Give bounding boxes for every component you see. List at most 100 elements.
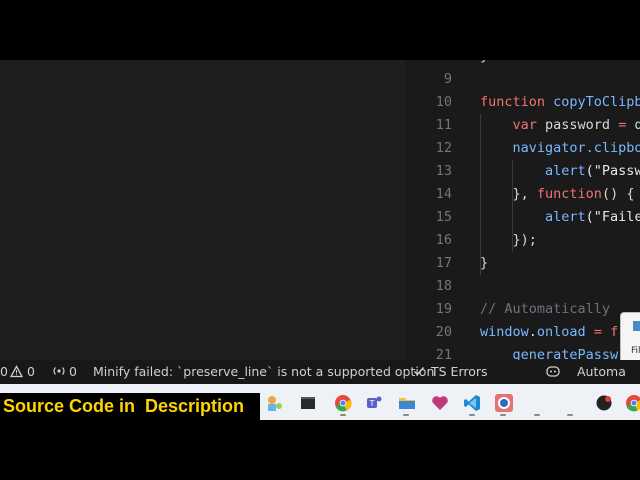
line-number: 20 [435,324,452,340]
teams-icon[interactable]: T [364,393,384,413]
code-token: onload [536,324,586,340]
svg-text:T: T [369,399,375,408]
status-message[interactable]: Minify failed: `preserve_line` is not a … [93,360,434,384]
code-token: d [634,117,640,133]
code-line[interactable]: 21 generatePassw [405,344,640,360]
code-token: alert [545,209,586,225]
code-line[interactable]: 18 [405,275,640,298]
code-text[interactable]: }, function() { [480,183,635,206]
line-number: 14 [435,186,452,202]
code-token: function [536,186,602,202]
code-text[interactable]: function copyToClipb [480,91,640,114]
weather-widget-icon[interactable] [264,393,284,413]
ts-errors-status[interactable]: TS Errors [431,360,488,384]
code-line[interactable]: 17} [405,252,640,275]
line-number: 12 [435,140,452,156]
empty-editor-pane[interactable] [0,60,405,360]
code-text[interactable]: } [480,252,488,275]
code-token: }, [480,186,537,202]
code-line[interactable]: 14 }, function() { [405,183,640,206]
line-number: 19 [435,301,452,317]
code-line[interactable]: 16 }); [405,229,640,252]
running-indicator [403,414,409,416]
code-text[interactable]: window.onload = f [480,321,618,344]
line-number: 21 [435,347,452,360]
code-text[interactable]: // Automatically [480,298,618,321]
line-number: 8 [405,60,452,68]
code-token: var [512,117,546,133]
code-line[interactable]: 10 function copyToClipb [405,91,640,114]
code-token: } [480,255,489,271]
editor-pane-script[interactable]: 8}910function copyToClipb11 var password… [405,60,640,360]
running-indicator [500,414,506,416]
code-line[interactable]: 19 // Automatically [405,298,640,321]
code-token: ("Faile [585,209,640,225]
code-token: = [618,117,635,133]
line-number: 10 [435,94,452,110]
line-number: 13 [435,163,452,179]
line-number: 16 [435,232,452,248]
warning-count[interactable]: 0 [27,360,35,384]
line-number: 11 [435,117,452,133]
running-indicator [534,414,540,416]
status-bar: 0 0 0 Minify failed: `preserve_line` is … [0,360,640,384]
tray-app-icon[interactable] [594,393,614,413]
code-token: = [585,324,611,340]
copilot-icon[interactable] [545,360,561,384]
code-line[interactable]: 9 [405,68,640,91]
code-text[interactable]: generatePassw [480,344,619,360]
automation-status[interactable]: Automa [577,360,626,384]
code-token: ("Passw [585,163,640,179]
code-token: // Automatically [480,301,619,317]
code-line[interactable]: 12 navigator.clipbo [405,137,640,160]
code-token: function [480,94,554,110]
chrome-tray-icon[interactable] [624,393,640,413]
running-indicator [567,414,573,416]
running-indicator [469,414,475,416]
check-icon [413,360,425,384]
file-icon [633,321,640,331]
code-line[interactable]: 11 var password = d [405,114,640,137]
code-text[interactable]: alert("Faile [480,206,640,229]
code-token: password [545,117,619,133]
line-number: 15 [435,209,452,225]
code-token: . [528,324,537,340]
code-token: copyToClipb [553,94,640,110]
indent-guide [480,114,481,275]
code-token: () { [601,186,635,202]
code-token: window [480,324,529,340]
terminal-icon[interactable] [298,393,318,413]
code-line[interactable]: 13 alert("Passw [405,160,640,183]
code-token: }); [480,232,537,248]
running-indicator [340,414,346,416]
source-code-banner: Source Code in Description [0,393,260,420]
code-token: navigator.clipbo [512,140,640,156]
code-line[interactable]: 8} [405,60,640,68]
code-token: } [480,60,488,64]
code-token: generatePassw [512,347,619,360]
code-text[interactable]: }); [480,229,537,252]
file-explorer-icon[interactable] [397,393,417,413]
code-token: f [610,324,619,340]
code-text[interactable]: var password = d [480,114,640,137]
chrome-icon[interactable] [333,393,353,413]
code-text[interactable]: navigator.clipbo [480,137,640,160]
app-heart-icon[interactable] [430,393,450,413]
code-line[interactable]: 15 alert("Faile [405,206,640,229]
warning-icon [9,360,24,384]
code-line[interactable]: 20 window.onload = f [405,321,640,344]
code-token: alert [545,163,586,179]
line-number: 18 [435,278,452,294]
code-text[interactable]: } [480,60,488,68]
popup-label: Fil [631,346,640,356]
vscode-icon[interactable] [462,393,482,413]
error-count[interactable]: 0 [0,360,8,384]
line-number: 17 [435,255,452,271]
code-text[interactable]: alert("Passw [480,160,640,183]
ports-icon [52,360,66,384]
ports-count[interactable]: 0 [69,360,77,384]
code-editor[interactable]: 8}910function copyToClipb11 var password… [0,60,640,360]
active-app-icon[interactable] [494,393,514,413]
